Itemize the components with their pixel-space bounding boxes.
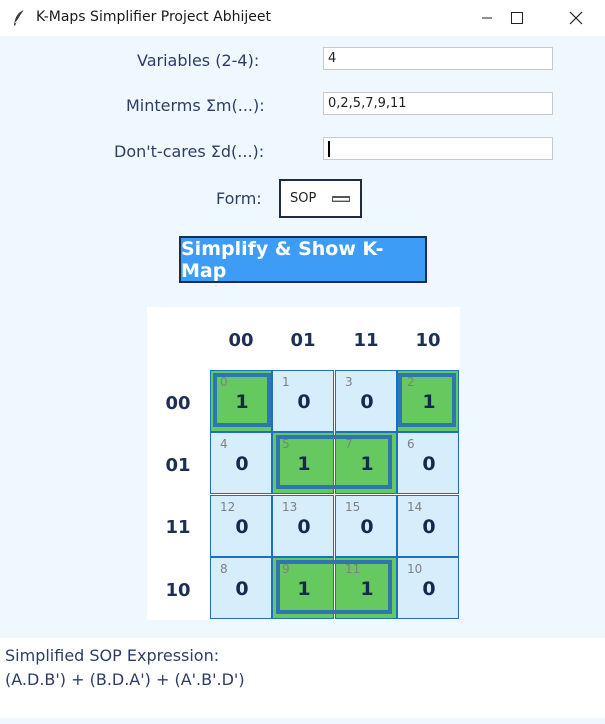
close-icon [569,11,583,25]
cell-value: 0 [360,516,374,538]
kmap-group-outline [276,560,392,614]
kmap-group-outline [276,435,392,489]
kmap-group-outline [213,373,271,427]
kmap-cell: 4 0 [210,432,272,494]
variables-label: Variables (2-4): [137,51,260,70]
title-bar: K-Maps Simplifier Project Abhijeet [0,0,605,36]
cell-index: 4 [220,437,228,451]
kmap-row-header: 00 [165,393,191,414]
minterms-input[interactable]: 0,2,5,7,9,11 [323,92,553,115]
dropdown-indicator-icon [332,196,350,202]
kmap-row-header: 10 [165,580,191,601]
simplify-button[interactable]: Simplify & Show K-Map [179,236,427,283]
kmap-col-header: 01 [290,330,316,351]
kmap-cell: 14 0 [397,495,459,557]
dontcares-input[interactable] [323,137,553,160]
close-button[interactable] [547,0,605,36]
cell-value: 0 [360,391,374,413]
maximize-button[interactable] [488,0,546,36]
minterms-label: Minterms Σm(...): [126,96,265,115]
cell-index: 1 [282,375,290,389]
minterms-value: 0,2,5,7,9,11 [328,96,407,111]
kmap-cell: 8 0 [210,557,272,619]
form-select[interactable]: SOP [279,179,362,218]
result-expression: (A.D.B') + (B.D.A') + (A'.B'.D') [5,670,245,689]
cell-value: 0 [235,578,249,600]
variables-input[interactable]: 4 [323,47,553,70]
feather-icon [14,9,25,26]
kmap-cell: 6 0 [397,432,459,494]
cell-value: 0 [235,516,249,538]
kmap-cell: 13 0 [272,495,334,557]
cell-index: 6 [407,437,415,451]
variables-value: 4 [328,51,337,66]
kmap-cell: 1 0 [272,370,334,432]
kmap-cell: 15 0 [335,495,397,557]
cell-value: 0 [422,578,436,600]
cell-index: 10 [407,562,423,576]
form-label: Form: [216,189,262,208]
kmap-row-header: 11 [165,517,191,538]
cell-value: 0 [297,391,311,413]
kmap-col-header: 10 [415,330,441,351]
cell-value: 0 [422,453,436,475]
kmap-cell: 12 0 [210,495,272,557]
kmap-group-outline [398,373,456,427]
maximize-icon [511,12,523,24]
cell-value: 0 [422,516,436,538]
dontcares-label: Don't-cares Σd(...): [114,142,265,161]
cell-index: 15 [345,500,361,514]
kmap-row-header: 01 [165,455,191,476]
cell-index: 3 [345,375,353,389]
kmap-col-header: 00 [228,330,254,351]
cell-value: 0 [235,453,249,475]
cell-index: 13 [282,500,298,514]
cell-index: 8 [220,562,228,576]
result-title: Simplified SOP Expression: [5,646,220,665]
kmap-cell: 3 0 [335,370,397,432]
kmap-cell: 10 0 [397,557,459,619]
cell-index: 12 [220,500,236,514]
kmap-col-header: 11 [353,330,379,351]
cell-index: 14 [407,500,423,514]
form-select-value: SOP [290,191,317,206]
cell-value: 0 [297,516,311,538]
window-title: K-Maps Simplifier Project Abhijeet [36,9,271,25]
text-caret [328,140,330,157]
